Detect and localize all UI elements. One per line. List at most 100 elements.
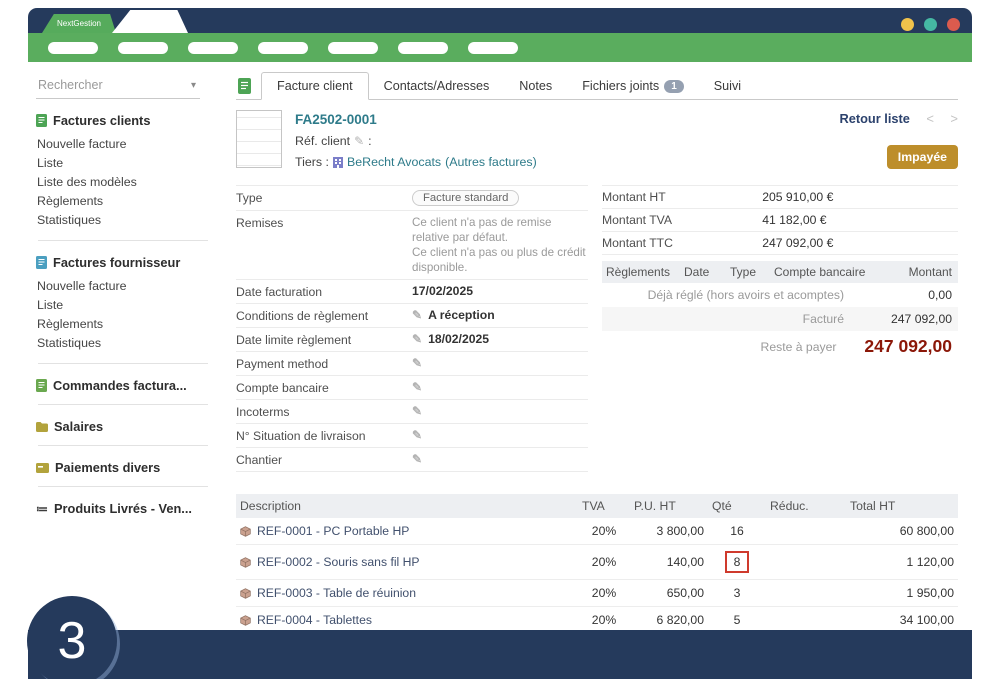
field-row-conditions: Conditions de règlement ✎A réception	[236, 304, 588, 328]
lines-header-row: Description TVA P.U. HT Qté Réduc. Total…	[236, 494, 958, 518]
tab-contacts-adresses[interactable]: Contacts/Adresses	[369, 73, 505, 99]
payments-table-header: Règlements Date Type Compte bancaire Mon…	[602, 261, 958, 283]
field-value: A réception	[428, 308, 495, 322]
field-label: Date facturation	[236, 284, 412, 299]
col-total-ht: Total HT	[846, 494, 958, 518]
prev-chevron-icon[interactable]: <	[926, 111, 934, 126]
field-label: Compte bancaire	[236, 380, 412, 395]
col-type: Type	[730, 265, 774, 279]
field-label: Payment method	[236, 356, 412, 371]
sidebar-section-factures-fournisseur: Factures fournisseur Nouvelle facture Li…	[36, 255, 212, 352]
table-row: REF-0003 - Table de réuinion 20% 650,00 …	[236, 580, 958, 607]
sidebar-item-statistiques[interactable]: Statistiques	[36, 210, 212, 229]
sidebar-item-liste-fournisseur[interactable]: Liste	[36, 295, 212, 314]
edit-pencil-icon[interactable]: ✎	[412, 332, 422, 346]
product-link[interactable]: REF-0004 - Tablettes	[240, 613, 574, 627]
menu-pill	[398, 42, 448, 54]
window-titlebar: NextGestion	[28, 8, 972, 33]
section-header[interactable]: Salaires	[36, 419, 212, 434]
folder-olive-icon	[36, 421, 48, 432]
search-select[interactable]: Rechercher ▾	[36, 74, 200, 99]
browser-tab[interactable]	[112, 10, 188, 33]
order-green-icon	[36, 379, 47, 392]
edit-pencil-icon[interactable]: ✎	[412, 308, 422, 322]
total-label: Montant TVA	[602, 213, 762, 227]
already-paid-row: Déjà réglé (hors avoirs et acomptes) 0,0…	[602, 283, 958, 307]
table-row: REF-0001 - PC Portable HP 20% 3 800,00 1…	[236, 518, 958, 545]
sidebar-item-nouvelle-facture[interactable]: Nouvelle facture	[36, 134, 212, 153]
product-cube-icon	[240, 526, 251, 537]
product-link[interactable]: REF-0002 - Souris sans fil HP	[240, 555, 574, 569]
section-title: Salaires	[54, 419, 103, 434]
invoice-thumbnail[interactable]	[236, 110, 282, 168]
field-row-remises: Remises Ce client n'a pas de remise rela…	[236, 211, 588, 280]
sidebar-item-liste-modeles[interactable]: Liste des modèles	[36, 172, 212, 191]
ref-client-label: Réf. client	[295, 134, 350, 148]
section-title: Commandes factura...	[53, 378, 187, 393]
product-cube-icon	[240, 588, 251, 599]
section-header[interactable]: Factures fournisseur	[36, 255, 212, 270]
chevron-down-icon: ▾	[191, 80, 196, 91]
invoice-doc-icon	[238, 78, 251, 94]
cell-tva: 20%	[578, 518, 630, 545]
invoice-banner: FA2502-0001 Réf. client ✎ : Tiers : BeRe…	[236, 110, 958, 169]
already-paid-value: 0,00	[872, 288, 952, 302]
product-desc: REF-0004 - Tablettes	[257, 613, 372, 627]
sidebar-item-reglements-fournisseur[interactable]: Règlements	[36, 314, 212, 333]
sidebar-item-statistiques-fournisseur[interactable]: Statistiques	[36, 333, 212, 352]
section-header[interactable]: ≔ Produits Livrés - Ven...	[36, 501, 212, 516]
section-header[interactable]: Paiements divers	[36, 460, 212, 475]
section-header[interactable]: Factures clients	[36, 113, 212, 128]
back-to-list-link[interactable]: Retour liste	[840, 111, 910, 126]
field-row-compte-bancaire: Compte bancaire ✎	[236, 376, 588, 400]
edit-pencil-icon[interactable]: ✎	[412, 404, 422, 418]
field-row-date-limite: Date limite règlement ✎18/02/2025	[236, 328, 588, 352]
field-label: Type	[236, 190, 412, 205]
next-chevron-icon[interactable]: >	[950, 111, 958, 126]
table-row: REF-0002 - Souris sans fil HP 20% 140,00…	[236, 545, 958, 580]
section-header[interactable]: Commandes factura...	[36, 378, 212, 393]
field-row-situation-livraison: N° Situation de livraison ✎	[236, 424, 588, 448]
edit-pencil-icon[interactable]: ✎	[412, 452, 422, 466]
invoice-type-pill: Facture standard	[412, 190, 519, 206]
tiers-label: Tiers :	[295, 155, 329, 169]
brand-tab[interactable]: NextGestion	[42, 14, 116, 33]
minimize-dot-icon[interactable]	[901, 18, 914, 31]
qty-highlight-box: 8	[725, 551, 750, 573]
company-link[interactable]: BeRecht Avocats	[347, 155, 441, 169]
tab-suivi[interactable]: Suivi	[699, 73, 756, 99]
tab-notes[interactable]: Notes	[504, 73, 567, 99]
cell-tva: 20%	[578, 580, 630, 607]
product-link[interactable]: REF-0001 - PC Portable HP	[240, 524, 574, 538]
already-paid-label: Déjà réglé (hors avoirs et acomptes)	[648, 288, 844, 302]
menu-pill	[328, 42, 378, 54]
edit-pencil-icon[interactable]: ✎	[354, 134, 364, 148]
sidebar-item-reglements[interactable]: Règlements	[36, 191, 212, 210]
tab-fichiers-joints[interactable]: Fichiers joints1	[567, 73, 699, 99]
billed-value: 247 092,00	[872, 312, 952, 326]
divider	[38, 404, 208, 405]
edit-pencil-icon[interactable]: ✎	[412, 356, 422, 370]
company-building-icon	[333, 157, 343, 168]
tab-facture-client[interactable]: Facture client	[261, 72, 369, 100]
cell-qty: 16	[708, 518, 766, 545]
close-dot-icon[interactable]	[947, 18, 960, 31]
edit-pencil-icon[interactable]: ✎	[412, 428, 422, 442]
product-link[interactable]: REF-0003 - Table de réuinion	[240, 586, 574, 600]
section-title: Factures fournisseur	[53, 255, 180, 270]
field-label: N° Situation de livraison	[236, 428, 412, 443]
field-row-chantier: Chantier ✎	[236, 448, 588, 472]
menu-pill	[118, 42, 168, 54]
cell-pu: 140,00	[630, 545, 708, 580]
section-title: Produits Livrés - Ven...	[54, 501, 192, 516]
sidebar-section-factures-clients: Factures clients Nouvelle facture Liste …	[36, 113, 212, 229]
maximize-dot-icon[interactable]	[924, 18, 937, 31]
col-compte-bancaire: Compte bancaire	[774, 265, 872, 279]
total-label: Montant TTC	[602, 236, 762, 250]
field-row-type: Type Facture standard	[236, 185, 588, 211]
edit-pencil-icon[interactable]: ✎	[412, 380, 422, 394]
billed-row: Facturé 247 092,00	[602, 307, 958, 331]
col-qte: Qté	[708, 494, 766, 518]
sidebar-item-nouvelle-facture-fournisseur[interactable]: Nouvelle facture	[36, 276, 212, 295]
sidebar-item-liste[interactable]: Liste	[36, 153, 212, 172]
